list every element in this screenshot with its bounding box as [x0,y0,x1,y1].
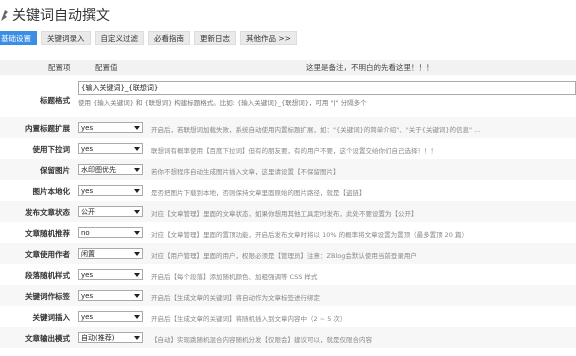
chevron-down-icon [134,189,140,193]
setting-label: 关键词插入 [32,313,71,322]
keyword-insert-select[interactable]: yes [78,311,143,322]
header-config-value: 配置值 [95,63,118,72]
setting-label: 图片本地化 [32,187,71,196]
tab-changelog[interactable]: 更新日志 [194,31,236,45]
article-author-select[interactable]: 闲置 [78,248,143,259]
setting-description: 是否把图片下载到本地，否则保持文章里面原始的图片路径，就是【盗链】 [151,189,366,197]
tab-custom-filter[interactable]: 自定义过滤 [94,31,144,45]
chevron-down-icon [134,147,140,151]
setting-label: 关键词作标签 [25,292,70,301]
setting-label: 文章输出模式 [25,334,70,343]
app-logo-icon [1,10,8,21]
tab-basic-settings[interactable]: 基础设置 [0,31,37,45]
setting-description: 对应【文章管理】里面的文章状态，如果你想用其他工具定时发布，此处不要设置为【公开… [151,210,418,218]
builtin-title-ext-select[interactable]: yes [78,122,143,133]
tab-other-works[interactable]: 其他作品 >> [240,31,297,45]
setting-description: 开启后【每个段落】添加随机颜色、加粗强调等 CSS 样式 [151,273,318,281]
page-title: 关键词自动撰文 [12,8,110,24]
setting-row-builtin-title-ext: 内置标题扩展 yes 开启后，若联想词加载失败，系统自动使用内置标题扩展，如："{关… [0,117,576,138]
setting-row-keyword-as-tag: 关键词作标签 yes 开启后【生成文章的关键词】将自动作为文章标签进行绑定 [0,285,576,306]
title-format-help: 使用 {输入关键词} 和 {联想词} 构建标题格式。比如: {输入关键词}_{联… [78,99,367,107]
title-format-label: 标题格式 [40,96,70,105]
select-value: yes [81,187,94,195]
header-config-item: 配置项 [48,63,71,72]
keyword-as-tag-select[interactable]: yes [78,290,143,301]
table-header: 配置项 配置值 这里是备注，不明白的先看这里！！！ [0,60,576,75]
use-dropdown-words-select[interactable]: yes [78,143,143,154]
tab-keyword-entry[interactable]: 关键词录入 [41,31,91,45]
setting-description: 联想词有概率使用【百度下拉词】但有的朋友要，有的用户不要，这个设置交给你们自己选… [151,147,437,155]
setting-row-article-author: 文章使用作者 闲置 对应【用户管理】里面的用户，权限必须是【管理员】注意：ZBlog… [0,243,576,264]
title-format-row: 标题格式 {输入关键词}_{联想词} 使用 {输入关键词} 和 {联想词} 构建… [0,78,576,115]
setting-description: 【自动】实现跳随机混合内容随机分发【仅限会】建议可以，就是仅限合内容 [151,336,372,344]
paragraph-style-select[interactable]: yes [78,269,143,280]
setting-description: 开启后【生成文章的关键词】将随机插入到文章内容中（2 ~ 5 次） [151,315,347,323]
chevron-down-icon [134,231,140,235]
select-value: yes [81,313,94,321]
setting-label: 保留图片 [40,166,70,175]
setting-row-paragraph-style: 段落随机样式 yes 开启后【每个段落】添加随机颜色、加粗强调等 CSS 样式 [0,264,576,285]
setting-row-keep-images: 保留图片 水印图优先 若你不想程序自动生成图片插入文章，这里请设置【不保留图片】 [0,159,576,180]
title-bar: 关键词自动撰文 [0,0,576,28]
image-localize-select[interactable]: yes [78,185,143,196]
setting-description: 对应【文章管理】里面的置顶功能，开启后发布文章时将以 10% 的概率将文章设置为… [151,231,468,239]
setting-label: 文章使用作者 [25,250,70,259]
chevron-down-icon [134,168,140,172]
setting-row-output-mode: 文章输出模式 自动(推荐) 【自动】实现跳随机混合内容随机分发【仅限会】建议可以，就… [0,327,576,348]
select-value: yes [81,292,94,300]
select-value: 公开 [81,208,95,216]
setting-row-publish-status: 发布文章状态 公开 对应【文章管理】里面的文章状态，如果你想用其他工具定时发布，此处… [0,201,576,222]
setting-label: 文章随机推荐 [25,229,70,238]
select-value: no [81,229,90,237]
chevron-down-icon [134,273,140,277]
header-remarks: 这里是备注，不明白的先看这里！！！ [306,63,434,72]
select-value: 自动(推荐) [81,334,115,342]
setting-description: 对应【用户管理】里面的用户，权限必须是【管理员】注意：ZBlog会默认使用当前登… [151,252,417,260]
setting-row-image-localize: 图片本地化 yes 是否把图片下载到本地，否则保持文章里面原始的图片路径，就是【盗链… [0,180,576,201]
chevron-down-icon [134,126,140,130]
setting-label: 使用下拉词 [32,145,71,154]
chevron-down-icon [134,294,140,298]
setting-row-keyword-insert: 关键词插入 yes 开启后【生成文章的关键词】将随机插入到文章内容中（2 ~ 5 次… [0,306,576,327]
setting-label: 段落随机样式 [25,271,70,280]
chevron-down-icon [134,252,140,256]
setting-label: 发布文章状态 [25,208,70,217]
setting-row-random-recommend: 文章随机推荐 no 对应【文章管理】里面的置顶功能，开启后发布文章时将以 10% 的… [0,222,576,243]
select-value: 闲置 [81,250,95,258]
select-value: 水印图优先 [81,166,116,174]
setting-description: 开启后，若联想词加载失败，系统自动使用内置标题扩展，如："{关键词}的简单介绍"… [151,126,481,134]
setting-description: 开启后【生成文章的关键词】将自动作为文章标签进行绑定 [151,294,320,302]
keep-images-select[interactable]: 水印图优先 [78,164,143,175]
setting-row-use-dropdown-words: 使用下拉词 yes 联想词有概率使用【百度下拉词】但有的朋友要，有的用户不要，这个设… [0,138,576,159]
setting-label: 内置标题扩展 [25,124,70,133]
select-value: yes [81,124,94,132]
publish-status-select[interactable]: 公开 [78,206,143,217]
select-value: yes [81,271,94,279]
tab-bar: 基础设置 关键词录入 自定义过滤 必看指南 更新日志 其他作品 >> [0,31,297,45]
chevron-down-icon [134,336,140,340]
chevron-down-icon [134,210,140,214]
output-mode-select[interactable]: 自动(推荐) [78,332,143,343]
select-value: yes [81,145,94,153]
setting-description: 若你不想程序自动生成图片插入文章，这里请设置【不保留图片】 [151,168,340,176]
chevron-down-icon [134,315,140,319]
tab-guide[interactable]: 必看指南 [148,31,190,45]
random-recommend-select[interactable]: no [78,227,143,238]
title-format-input[interactable]: {输入关键词}_{联想词} [78,81,576,95]
